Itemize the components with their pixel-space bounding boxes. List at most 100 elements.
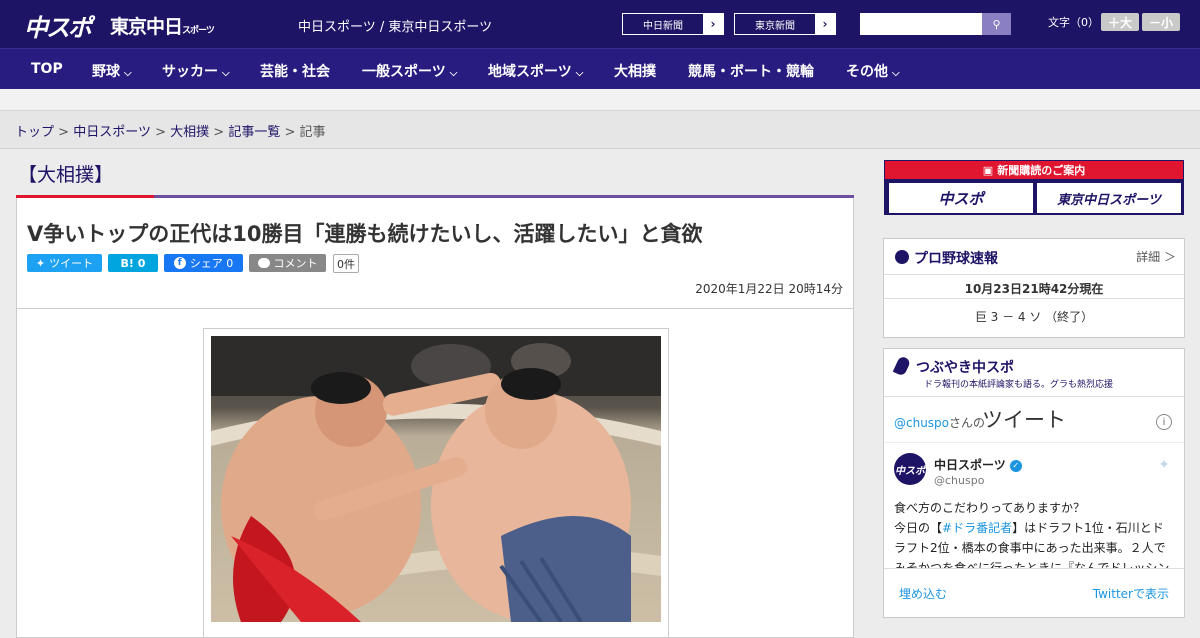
comment-count: 0件 <box>333 254 359 273</box>
twitter-bird-icon[interactable]: ✦ <box>1158 457 1170 473</box>
nav-item-baseball[interactable]: 野球 ⌵ <box>92 61 132 81</box>
info-icon[interactable]: i <box>1156 414 1172 430</box>
tweets-subtitle: ドラ報刊の本紙評論家も語る。グラも熱烈応援 <box>924 380 1114 390</box>
hatena-bookmark-button[interactable]: B! 0 <box>108 254 158 272</box>
tweet-text-pre: 今日の【 <box>894 521 943 535</box>
tweet-line: 食べ方のこだわりってありますか？ <box>894 501 1086 515</box>
tokyo-chunichi-logo[interactable]: 東京中日スポーツ <box>110 12 215 39</box>
facebook-share-button[interactable]: f シェア 0 <box>164 254 243 272</box>
baseball-icon <box>895 250 909 264</box>
chevron-down-icon: ⌵ <box>575 68 584 79</box>
search-button[interactable]: ⚲ <box>982 13 1011 35</box>
chevron-down-icon: ⌵ <box>222 68 230 79</box>
nav-label: その他 <box>846 64 888 80</box>
breadcrumb-separator: > <box>284 125 296 140</box>
article-date: 2020年1月22日 20時14分 <box>695 282 843 296</box>
baseball-details-link[interactable]: 詳細 ＞ <box>1136 248 1176 265</box>
author-name-text: 中日スポーツ <box>934 458 1006 472</box>
nav-label: 一般スポーツ <box>362 64 446 80</box>
comment-button[interactable]: コメント <box>249 254 326 272</box>
sumo-bout-photo <box>211 336 661 622</box>
tweet-label: ツイート <box>49 257 94 270</box>
tweets-footer: 埋め込む Twitterで表示 <box>884 568 1184 616</box>
chunichi-shimbun-label: 中日新聞 <box>643 20 683 32</box>
search-icon: ⚲ <box>992 17 1001 31</box>
site-title[interactable]: 中日スポーツ / 東京中日スポーツ <box>298 16 492 35</box>
tokyo-shimbun-label: 東京新聞 <box>755 20 795 32</box>
tweet-author-name[interactable]: 中日スポーツ ✓ <box>934 456 1022 473</box>
baseball-scores-box: プロ野球速報 詳細 ＞ 10月23日21時42分現在 巨 3 － 4 ソ （終了… <box>883 238 1185 338</box>
twitter-bird-icon: ✦ <box>35 256 46 270</box>
subscription-banner[interactable]: ▣ 新聞購読のご案内 中スポ 東京中日スポーツ <box>884 160 1184 215</box>
handle-suffix: さんの <box>949 416 986 430</box>
twitter-timeline-header: @chuspoさんの ツイート i <box>884 397 1184 443</box>
search-input[interactable] <box>860 13 982 35</box>
article-photo[interactable] <box>203 328 669 638</box>
verified-icon: ✓ <box>1009 459 1022 472</box>
article-card: V争いトップの正代は10勝目「連勝も続けたいし、活躍したい」と貪欲 ✦ ツイート … <box>16 198 854 638</box>
tokyo-shimbun-link[interactable]: 東京新聞 › <box>734 13 836 35</box>
tweet-author: 中スポ 中日スポーツ ✓ @chuspo ✦ <box>884 443 1184 488</box>
nav-label: 大相撲 <box>614 64 656 80</box>
baseball-scores-title: プロ野球速報 <box>914 251 998 267</box>
nav-item-local-sports[interactable]: 地域スポーツ ⌵ <box>488 61 583 81</box>
newspaper-icon: ▣ <box>982 163 994 177</box>
nav-item-top[interactable]: TOP <box>31 61 63 77</box>
nav-item-general-sports[interactable]: 一般スポーツ ⌵ <box>362 61 457 81</box>
breadcrumb-current: 記事 <box>299 125 326 140</box>
ad-band <box>0 89 1200 111</box>
breadcrumb-article-list[interactable]: 記事一覧 <box>228 125 280 140</box>
tweets-box: つぶやき中スポ ドラ報刊の本紙評論家も語る。グラも熱烈応援 @chuspoさんの… <box>883 348 1185 618</box>
facebook-icon: f <box>173 257 186 269</box>
chevron-right-icon: › <box>703 14 723 34</box>
chuspo-logo[interactable]: 中スポ <box>24 8 92 43</box>
breadcrumb-top[interactable]: トップ <box>15 125 54 140</box>
subscription-banner-title: ▣ 新聞購読のご案内 <box>885 161 1183 179</box>
baseball-scores-header: プロ野球速報 詳細 ＞ <box>884 239 1184 275</box>
logo-sub-text: 東京中日 <box>110 16 183 38</box>
microphone-icon <box>892 355 912 377</box>
breadcrumb-separator: > <box>58 125 70 140</box>
chevron-down-icon: ⌵ <box>449 68 458 79</box>
tweet-line: 今日の【#ドラ番記者】はドラフト1位・石川とドラフト2位・橋本の食事中にあった出… <box>894 518 1174 568</box>
baseball-score[interactable]: 巨 3 － 4 ソ （終了） <box>884 299 1184 325</box>
nav-label: 野球 <box>92 64 120 80</box>
font-size-label: 文字（0） <box>1048 16 1099 29</box>
nav-label: TOP <box>31 61 63 77</box>
font-decrease-button[interactable]: －小 <box>1142 13 1180 31</box>
embed-link[interactable]: 埋め込む <box>899 585 947 602</box>
article-headline: V争いトップの正代は10勝目「連勝も続けたいし、活躍したい」と貪欲 <box>27 222 703 246</box>
subscription-title-text: 新聞購読のご案内 <box>997 164 1086 177</box>
nav-item-soccer[interactable]: サッカー ⌵ <box>162 61 230 81</box>
chuspo-subscribe-button[interactable]: 中スポ <box>889 183 1033 213</box>
section-title: 【大相撲】 <box>18 164 114 186</box>
nav-item-racing[interactable]: 競馬・ボート・競輪 <box>688 61 814 81</box>
hashtag-link[interactable]: #ドラ番記者 <box>942 521 1012 535</box>
twitter-handle-line[interactable]: @chuspoさんの <box>894 414 985 431</box>
nav-item-entertainment[interactable]: 芸能・社会 <box>260 61 330 81</box>
avatar[interactable]: 中スポ <box>894 453 926 485</box>
nav-item-sumo[interactable]: 大相撲 <box>614 61 656 81</box>
chunichi-shimbun-link[interactable]: 中日新聞 › <box>622 13 724 35</box>
top-header: 中スポ 東京中日スポーツ 中日スポーツ / 東京中日スポーツ 中日新聞 › 東京… <box>0 0 1200 48</box>
speech-bubble-icon <box>257 258 270 268</box>
logo-sub-small: スポーツ <box>182 26 215 36</box>
font-increase-button[interactable]: ＋大 <box>1101 13 1139 31</box>
tweet-text: 食べ方のこだわりってありますか？ 今日の【#ドラ番記者】はドラフト1位・石川とド… <box>884 488 1184 568</box>
handle-text: @chuspo <box>894 416 950 430</box>
tweet-author-handle[interactable]: @chuspo <box>934 474 984 487</box>
tweet-button[interactable]: ✦ ツイート <box>27 254 102 272</box>
breadcrumb-sumo[interactable]: 大相撲 <box>170 125 209 140</box>
breadcrumb-chunichi-sports[interactable]: 中日スポーツ <box>73 125 151 140</box>
chevron-down-icon: ⌵ <box>124 68 132 79</box>
chevron-right-icon: › <box>815 14 835 34</box>
breadcrumb-separator: > <box>213 125 225 140</box>
nav-label: サッカー <box>162 64 218 80</box>
breadcrumb: トップ > 中日スポーツ > 大相撲 > 記事一覧 > 記事 <box>15 121 326 140</box>
nav-item-other[interactable]: その他 ⌵ <box>846 61 900 81</box>
tweets-header: つぶやき中スポ ドラ報刊の本紙評論家も語る。グラも熱烈応援 <box>884 349 1184 397</box>
facebook-share-label: シェア 0 <box>189 257 234 270</box>
view-on-twitter-link[interactable]: Twitterで表示 <box>1093 585 1169 602</box>
nav-label: 競馬・ボート・競輪 <box>688 64 814 80</box>
tokyo-chunichi-subscribe-button[interactable]: 東京中日スポーツ <box>1037 183 1181 213</box>
